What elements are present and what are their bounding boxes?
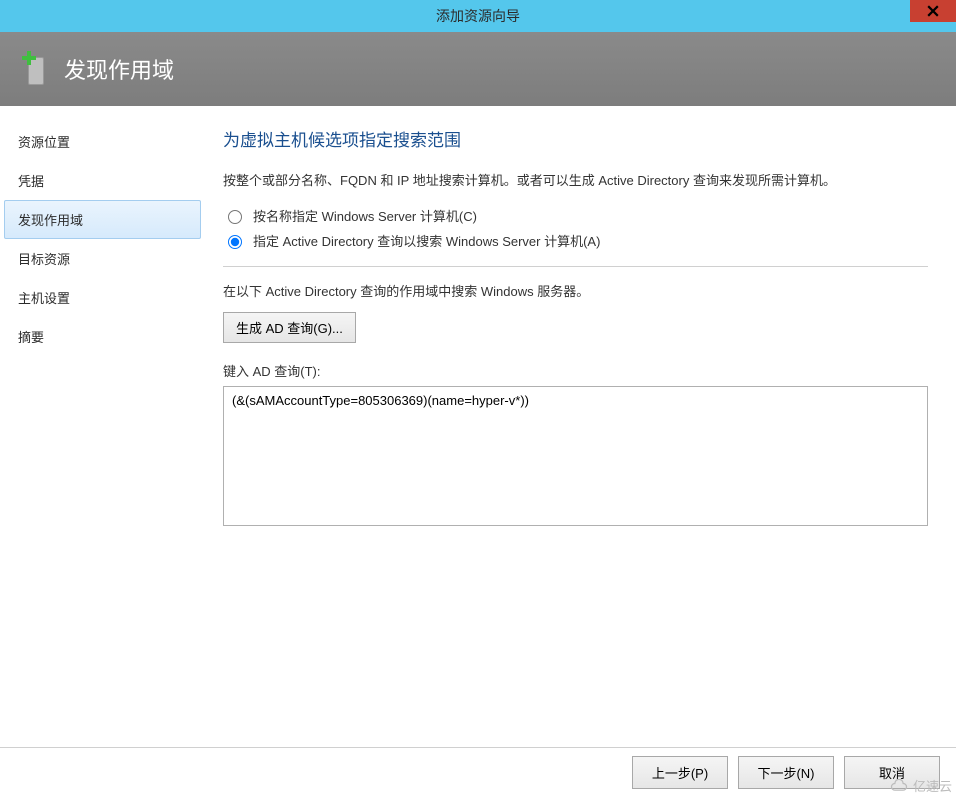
generate-ad-query-button[interactable]: 生成 AD 查询(G)... — [223, 312, 356, 343]
radio-specify-by-name-input[interactable] — [228, 210, 242, 224]
wizard-body: 资源位置 凭据 发现作用域 目标资源 主机设置 摘要 为虚拟主机候选项指定搜索范… — [0, 106, 956, 747]
radio-specify-by-name-label: 按名称指定 Windows Server 计算机(C) — [253, 206, 477, 225]
sidebar-item-resource-location[interactable]: 资源位置 — [4, 122, 201, 161]
wizard-icon — [22, 51, 50, 87]
window-title: 添加资源向导 — [436, 6, 520, 26]
wizard-footer: 上一步(P) 下一步(N) 取消 亿速云 — [0, 747, 956, 797]
radio-specify-by-name[interactable]: 按名称指定 Windows Server 计算机(C) — [223, 206, 928, 225]
ad-scope-instruction: 在以下 Active Directory 查询的作用域中搜索 Windows 服… — [223, 281, 928, 300]
wizard-header-title: 发现作用域 — [64, 53, 174, 85]
sidebar-item-summary[interactable]: 摘要 — [4, 317, 201, 356]
cancel-button[interactable]: 取消 — [844, 756, 940, 789]
title-bar: 添加资源向导 — [0, 0, 956, 32]
radio-specify-ad-query-input[interactable] — [228, 235, 242, 249]
radio-specify-ad-query-label: 指定 Active Directory 查询以搜索 Windows Server… — [253, 231, 600, 250]
page-title: 为虚拟主机候选项指定搜索范围 — [223, 126, 928, 151]
wizard-sidebar: 资源位置 凭据 发现作用域 目标资源 主机设置 摘要 — [0, 106, 205, 747]
sidebar-item-discovery-scope[interactable]: 发现作用域 — [4, 200, 201, 239]
ad-query-input[interactable] — [223, 386, 928, 526]
close-icon — [927, 5, 939, 17]
page-description: 按整个或部分名称、FQDN 和 IP 地址搜索计算机。或者可以生成 Active… — [223, 171, 928, 192]
ad-query-label: 键入 AD 查询(T): — [223, 361, 928, 380]
divider — [223, 266, 928, 267]
wizard-content: 为虚拟主机候选项指定搜索范围 按整个或部分名称、FQDN 和 IP 地址搜索计算… — [205, 106, 956, 747]
wizard-header: 发现作用域 — [0, 32, 956, 106]
sidebar-item-host-settings[interactable]: 主机设置 — [4, 278, 201, 317]
next-button[interactable]: 下一步(N) — [738, 756, 834, 789]
sidebar-item-target-resources[interactable]: 目标资源 — [4, 239, 201, 278]
sidebar-item-credentials[interactable]: 凭据 — [4, 161, 201, 200]
close-button[interactable] — [910, 0, 956, 22]
previous-button[interactable]: 上一步(P) — [632, 756, 728, 789]
radio-specify-ad-query[interactable]: 指定 Active Directory 查询以搜索 Windows Server… — [223, 231, 928, 250]
